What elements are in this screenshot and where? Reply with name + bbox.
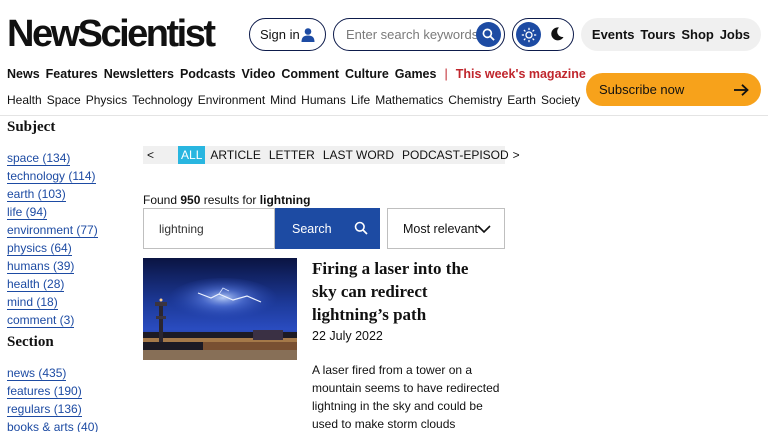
facet-section-regulars[interactable]: regulars (136) [7,402,82,417]
nav-podcasts[interactable]: Podcasts [180,67,236,81]
moon-icon[interactable] [549,26,565,42]
search-input-value: lightning [159,221,204,236]
lightning-sky-image [143,258,297,360]
results-count: 950 [180,193,201,207]
topic-technology[interactable]: Technology [132,93,193,107]
sign-in-button[interactable]: Sign in [249,18,326,51]
jobs-link[interactable]: Jobs [720,27,750,42]
light-mode-button[interactable] [516,22,541,47]
facet-subject-health[interactable]: health (28) [7,277,65,292]
tabs-next-button[interactable]: > [513,148,520,162]
arrow-right-icon [734,84,749,96]
header-links: Events Tours Shop Jobs [581,18,761,51]
nav-culture[interactable]: Culture [345,67,389,81]
nav-features[interactable]: Features [46,67,98,81]
sort-dropdown-value: Most relevant [403,221,479,236]
theme-toggle[interactable] [512,18,574,51]
nav-divider: | [444,67,448,81]
found-prefix: Found [143,193,178,207]
facet-subject-humans[interactable]: humans (39) [7,259,75,274]
topic-earth[interactable]: Earth [507,93,536,107]
tab-all[interactable]: ALL [178,146,206,164]
topic-humans[interactable]: Humans [301,93,346,107]
topic-health[interactable]: Health [7,93,42,107]
topic-life[interactable]: Life [351,93,370,107]
events-link[interactable]: Events [592,27,635,42]
search-button[interactable]: Search [275,208,380,249]
result-title[interactable]: Firing a laser into the sky can redirect… [312,257,497,326]
facet-subject-earth[interactable]: earth (103) [7,187,66,202]
tabs-prev-button[interactable]: < [147,148,154,162]
site-logo[interactable]: NewScientist [7,12,216,56]
nav-comment[interactable]: Comment [281,67,339,81]
tab-letter[interactable]: LETTER [269,148,315,162]
facet-subject-technology[interactable]: technology (114) [7,169,96,184]
nav-games[interactable]: Games [395,67,437,81]
facet-subject-space[interactable]: space (134) [7,151,71,166]
facet-section-news[interactable]: news (435) [7,366,67,381]
results-summary: Found 950 results for lightning [143,193,310,207]
topic-mathematics[interactable]: Mathematics [375,93,443,107]
header-search-button[interactable] [476,22,501,47]
content-type-tabs: < ALL ARTICLE LETTER LAST WORD PODCAST-E… [143,146,520,164]
topic-society[interactable]: Society [541,93,580,107]
result-thumbnail[interactable] [143,258,297,360]
topic-chemistry[interactable]: Chemistry [448,93,502,107]
facet-subject-physics[interactable]: physics (64) [7,241,72,256]
header-search-input[interactable]: Enter search keywords [346,27,478,42]
header-search[interactable]: Enter search keywords [333,18,505,51]
search-input[interactable]: lightning [143,208,275,249]
search-icon [354,221,368,235]
result-description: A laser fired from a tower on a mountain… [312,363,500,431]
subject-heading: Subject [7,119,56,135]
nav-news[interactable]: News [7,67,40,81]
facet-subject-mind[interactable]: mind (18) [7,295,58,310]
shop-link[interactable]: Shop [681,27,714,42]
facet-section-features[interactable]: features (190) [7,384,82,399]
results-for-text: results for [203,193,257,207]
topic-nav: Health Space Physics Technology Environm… [7,93,585,107]
tab-podcast-episode[interactable]: PODCAST-EPISOD [402,148,509,162]
tours-link[interactable]: Tours [640,27,675,42]
sun-icon [521,27,536,42]
sort-dropdown[interactable]: Most relevant [387,208,505,249]
topic-space[interactable]: Space [47,93,81,107]
tab-article[interactable]: ARTICLE [210,148,260,162]
nav-newsletters[interactable]: Newsletters [104,67,174,81]
topic-mind[interactable]: Mind [270,93,296,107]
topic-physics[interactable]: Physics [86,93,127,107]
nav-magazine[interactable]: This week's magazine [456,67,586,81]
user-icon [301,28,315,42]
result-date: 22 July 2022 [312,329,383,343]
search-icon [482,28,495,41]
primary-nav: News Features Newsletters Podcasts Video… [7,67,592,81]
results-query: lightning [259,193,311,207]
subscribe-button[interactable]: Subscribe now [586,73,761,106]
search-button-label: Search [292,221,332,236]
subscribe-label: Subscribe now [599,82,685,97]
facet-subject-environment[interactable]: environment (77) [7,223,98,238]
section-heading: Section [7,334,54,350]
chevron-down-icon [477,225,491,234]
facet-subject-life[interactable]: life (94) [7,205,48,220]
topic-environment[interactable]: Environment [198,93,265,107]
facet-section-books-arts[interactable]: books & arts (40) [7,420,98,432]
facet-subject-comment[interactable]: comment (3) [7,313,75,328]
sign-in-label: Sign in [260,27,300,42]
nav-video[interactable]: Video [242,67,276,81]
tab-last-word[interactable]: LAST WORD [323,148,394,162]
header-divider [0,115,768,116]
